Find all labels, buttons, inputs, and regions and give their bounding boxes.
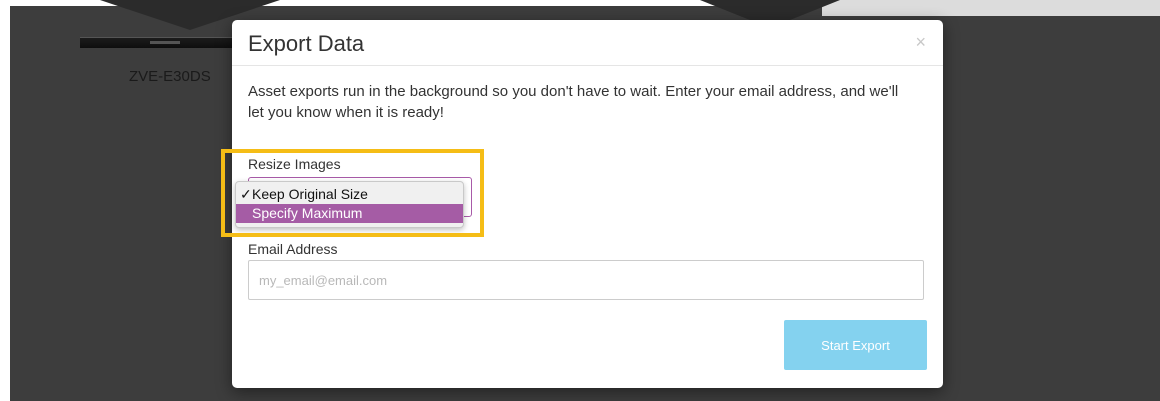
resize-images-label: Resize Images [248, 156, 341, 172]
modal-title: Export Data [248, 31, 365, 56]
close-icon[interactable]: × [915, 32, 926, 53]
product-name: ZVE-E30DS [129, 68, 211, 85]
page-header-strip [822, 0, 1160, 16]
email-input[interactable] [248, 260, 924, 300]
option-keep-original-size[interactable]: ✓Keep Original Size [236, 185, 463, 204]
screen: ZVE-E30DS Export Data × Asset exports ru… [0, 0, 1160, 401]
checkmark-icon: ✓ [240, 186, 252, 202]
option-label: Specify Maximum [252, 205, 363, 221]
product-image [80, 37, 240, 48]
modal-header: Export Data × [232, 20, 943, 66]
option-specify-maximum[interactable]: Specify Maximum [236, 204, 463, 223]
product-image-detail [150, 41, 180, 44]
start-export-button[interactable]: Start Export [784, 320, 927, 370]
export-data-modal: Export Data × Asset exports run in the b… [232, 20, 943, 388]
resize-images-dropdown: ✓Keep Original Size Specify Maximum [235, 181, 464, 228]
email-address-label: Email Address [248, 241, 338, 257]
option-label: Keep Original Size [252, 186, 368, 202]
modal-description: Asset exports run in the background so y… [248, 83, 899, 121]
